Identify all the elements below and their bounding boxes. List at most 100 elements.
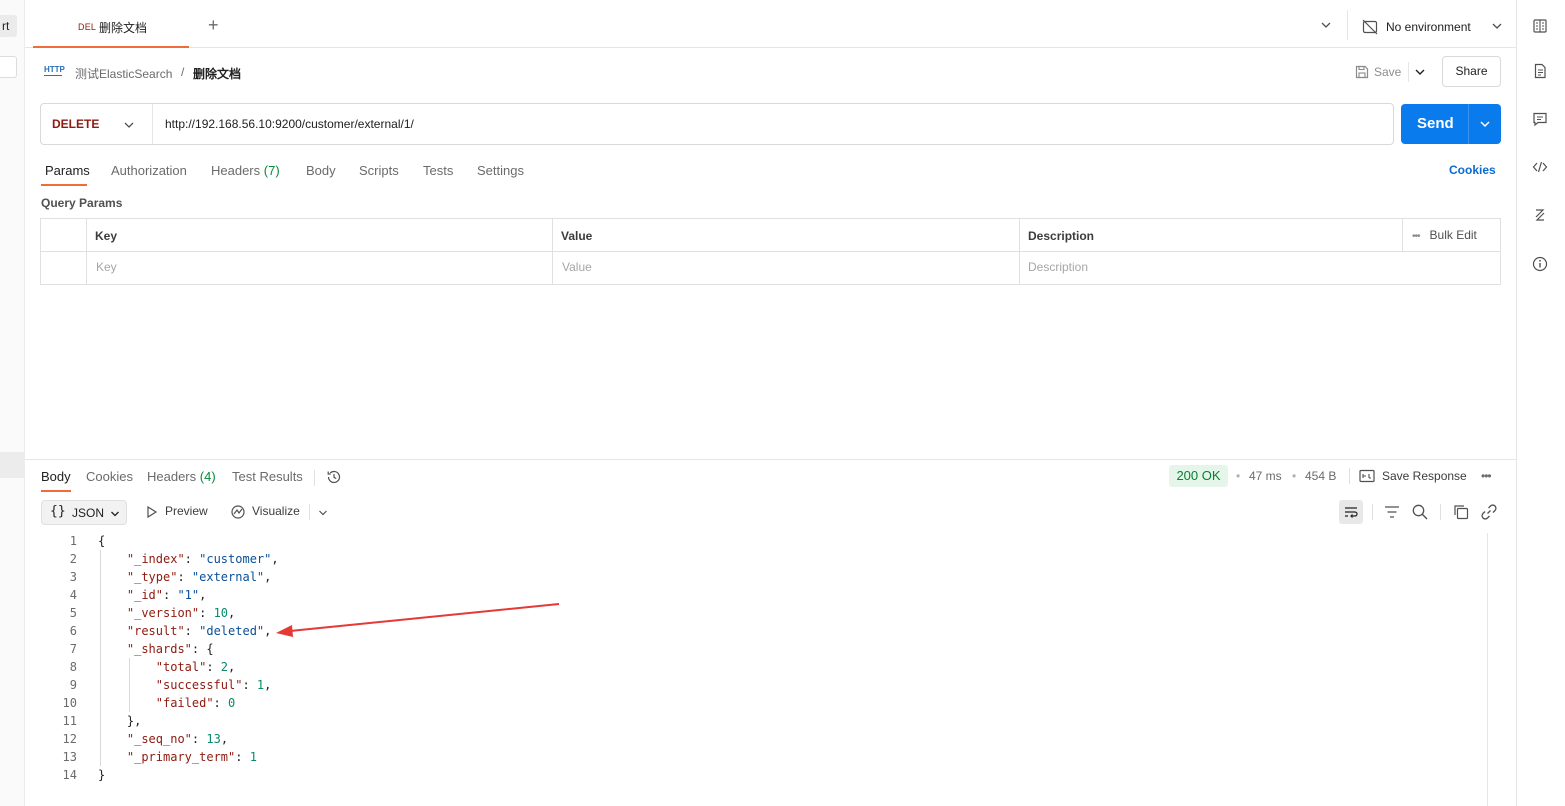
divider xyxy=(1408,62,1409,82)
description-input[interactable]: Description xyxy=(1028,260,1088,274)
tab-settings[interactable]: Settings xyxy=(477,163,524,178)
line-number: 10 xyxy=(62,696,77,710)
line-number: 14 xyxy=(62,768,77,782)
send-button[interactable]: Send xyxy=(1401,104,1501,144)
code-text: "total": 2, xyxy=(155,660,236,674)
code-text: "successful": 1, xyxy=(155,678,272,692)
breadcrumb-parent[interactable]: 测试ElasticSearch xyxy=(75,65,172,82)
query-params-table: Key Value Description ••• Bulk Edit Key V… xyxy=(40,218,1501,285)
more-icon: ••• xyxy=(1412,231,1420,242)
query-params-title: Query Params xyxy=(41,196,123,210)
environment-quick-look-icon[interactable] xyxy=(1532,18,1548,34)
divider xyxy=(1402,219,1403,252)
tab-body[interactable]: Body xyxy=(306,163,336,178)
sidebar-fragment[interactable]: rt xyxy=(0,15,17,37)
tab-response-cookies[interactable]: Cookies xyxy=(86,469,133,484)
wrap-lines-button[interactable] xyxy=(1339,500,1363,524)
bulk-edit-button[interactable]: ••• Bulk Edit xyxy=(1412,228,1477,242)
url-input[interactable]: http://192.168.56.10:9200/customer/exter… xyxy=(165,117,414,131)
sidebar-fragment-selected[interactable] xyxy=(0,452,25,478)
chevron-down-icon[interactable] xyxy=(1479,118,1491,130)
table-header-row xyxy=(41,219,1500,252)
line-number: 7 xyxy=(69,642,77,656)
tab-params[interactable]: Params xyxy=(45,163,90,178)
send-label: Send xyxy=(1417,115,1454,132)
editor-scrollbar[interactable] xyxy=(1487,533,1501,806)
divider xyxy=(314,470,315,486)
tab-tests[interactable]: Tests xyxy=(423,163,453,178)
code-text: } xyxy=(98,768,106,782)
column-header-value: Value xyxy=(561,229,593,243)
code-line: 5 "_version": 10, xyxy=(41,604,1481,622)
chevron-down-icon[interactable] xyxy=(318,508,328,518)
value-input[interactable]: Value xyxy=(562,260,592,274)
tab-test-results[interactable]: Test Results xyxy=(232,469,303,484)
comments-icon[interactable] xyxy=(1532,111,1548,127)
bulk-edit-label: Bulk Edit xyxy=(1429,228,1477,242)
column-header-description: Description xyxy=(1028,229,1095,243)
save-response-icon xyxy=(1358,467,1376,485)
chevron-down-icon[interactable] xyxy=(1414,66,1426,78)
code-line: 10 "failed": 0 xyxy=(41,694,1481,712)
divider xyxy=(1468,104,1469,144)
chevron-down-icon[interactable] xyxy=(1320,19,1332,31)
tab-bar: DEL 删除文档 + No environment xyxy=(25,0,1516,48)
line-number: 5 xyxy=(69,606,77,620)
response-time[interactable]: 47 ms xyxy=(1249,469,1282,483)
response-size[interactable]: 454 B xyxy=(1305,469,1336,483)
code-line: 9 "successful": 1, xyxy=(41,676,1481,694)
breadcrumb-current[interactable]: 删除文档 xyxy=(193,65,241,82)
wrap-icon xyxy=(1343,504,1359,520)
related-icon[interactable] xyxy=(1532,207,1548,223)
filter-icon[interactable] xyxy=(1383,503,1401,521)
tab-response-headers[interactable]: Headers (4) xyxy=(147,469,216,484)
tab-authorization[interactable]: Authorization xyxy=(111,163,187,178)
history-icon[interactable] xyxy=(326,469,342,485)
save-button[interactable]: Save xyxy=(1352,61,1404,83)
indent-guide xyxy=(128,658,130,712)
divider xyxy=(1372,504,1373,520)
right-rail xyxy=(1517,0,1565,806)
divider xyxy=(152,104,153,144)
method-select[interactable]: DELETE xyxy=(52,117,99,131)
link-icon[interactable] xyxy=(1480,503,1498,521)
active-tab-indicator xyxy=(41,490,71,492)
tab-title: 删除文档 xyxy=(99,21,148,35)
preview-label: Preview xyxy=(165,504,208,518)
code-line: 1{ xyxy=(41,532,1481,550)
save-label: Save xyxy=(1374,65,1402,79)
play-icon xyxy=(145,505,159,519)
cookies-link[interactable]: Cookies xyxy=(1449,163,1496,177)
format-select[interactable]: {} JSON xyxy=(41,500,127,525)
code-text: { xyxy=(98,534,106,548)
line-number: 9 xyxy=(69,678,77,692)
divider xyxy=(1019,219,1020,284)
code-line: 7 "_shards": { xyxy=(41,640,1481,658)
copy-icon[interactable] xyxy=(1452,503,1470,521)
code-line: 2 "_index": "customer", xyxy=(41,550,1481,568)
info-icon[interactable] xyxy=(1532,256,1548,272)
response-divider[interactable] xyxy=(25,459,1516,460)
visualize-icon xyxy=(230,504,246,520)
code-icon[interactable] xyxy=(1532,159,1548,175)
tab-headers[interactable]: Headers (7) xyxy=(211,163,280,178)
tab-scripts[interactable]: Scripts xyxy=(359,163,399,178)
divider xyxy=(309,504,310,520)
document-icon[interactable] xyxy=(1532,63,1548,79)
left-sidebar-strip: rt xyxy=(0,0,25,806)
status-badge[interactable]: 200 OK xyxy=(1169,465,1228,487)
search-icon[interactable] xyxy=(1411,503,1429,521)
request-tab[interactable]: DEL 删除文档 xyxy=(33,0,189,48)
json-braces-icon: {} xyxy=(50,504,66,519)
code-text: "_version": 10, xyxy=(126,606,236,620)
environment-selector[interactable]: No environment xyxy=(1361,16,1511,38)
chevron-down-icon[interactable] xyxy=(123,119,135,131)
tab-response-body[interactable]: Body xyxy=(41,469,71,484)
code-line: 6 "result": "deleted", xyxy=(41,622,1481,640)
new-tab-button[interactable]: + xyxy=(208,16,219,34)
annotation-arrow-icon xyxy=(276,603,560,637)
key-input[interactable]: Key xyxy=(96,260,117,274)
more-options-icon[interactable]: ••• xyxy=(1481,469,1492,483)
share-button[interactable]: Share xyxy=(1442,56,1501,87)
sidebar-fragment-box[interactable] xyxy=(0,56,17,78)
